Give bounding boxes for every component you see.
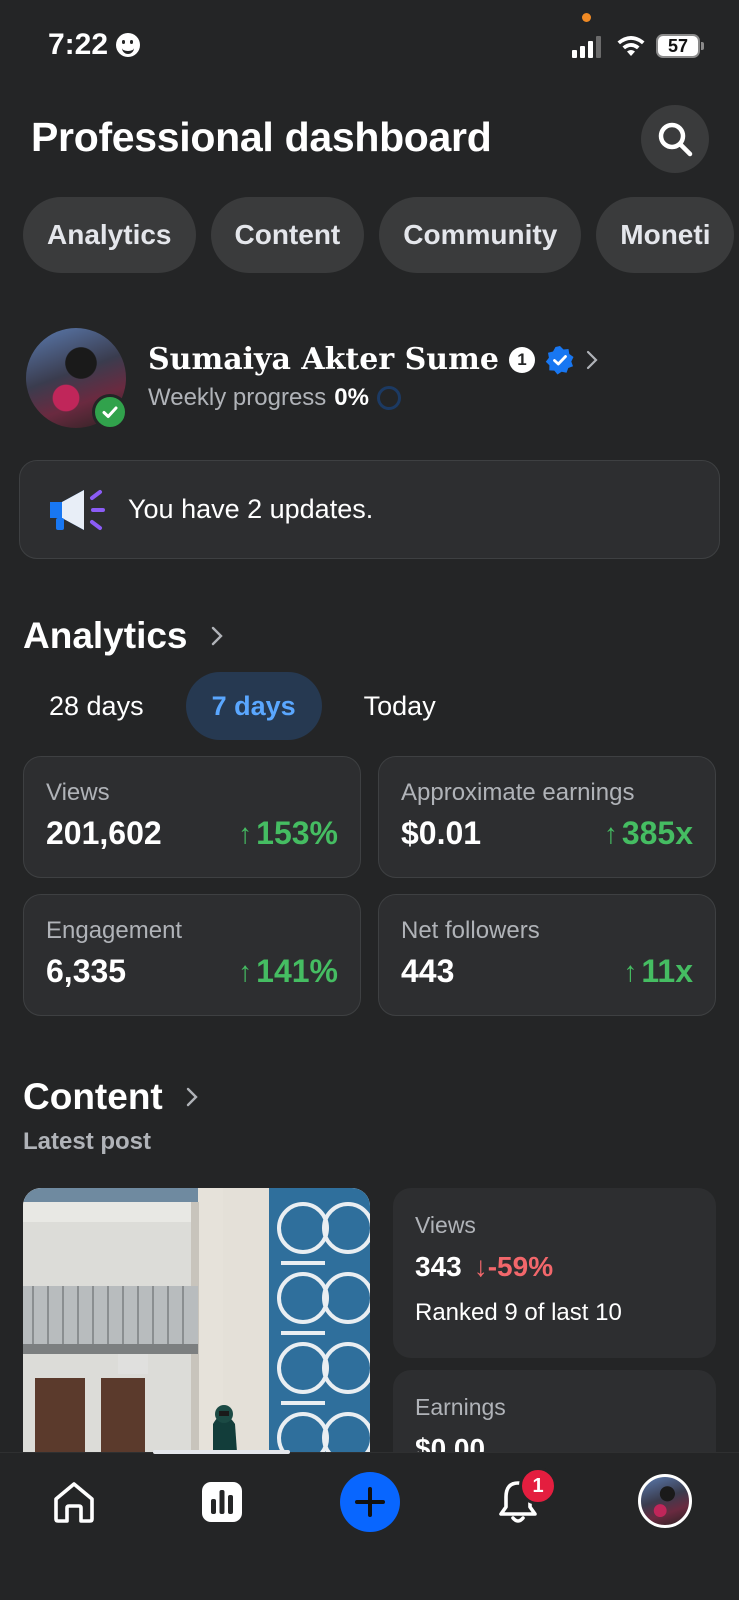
updates-text: You have 2 updates. [128, 494, 374, 524]
chip-community[interactable]: Community [379, 197, 582, 273]
earnings-card[interactable]: Approximate earnings $0.01 ↑ 385x [378, 756, 716, 878]
engagement-card[interactable]: Engagement 6,335 ↑ 141% [23, 894, 361, 1016]
section-chips: Analytics Content Community Moneti [23, 197, 735, 273]
card-label: Views [46, 779, 110, 806]
tab-professional-dashboard[interactable] [192, 1472, 252, 1532]
card-delta-value: 153% [256, 815, 338, 851]
post-views-card[interactable]: Views 343 ↓-59% Ranked 9 of last 10 [393, 1188, 716, 1358]
latest-post-label: Latest post [23, 1128, 152, 1155]
post-rank: Ranked 9 of last 10 [415, 1299, 622, 1326]
battery-icon: 57 [656, 34, 704, 58]
chevron-right-icon [186, 1087, 198, 1107]
post-views-value: 343 [415, 1251, 462, 1282]
updates-banner[interactable]: You have 2 updates. [19, 460, 720, 559]
period-selector: 28 days 7 days Today [23, 672, 478, 740]
arrow-up-icon: ↑ [623, 955, 638, 987]
card-value: $0.01 [401, 815, 482, 851]
post-earnings-label: Earnings [415, 1394, 506, 1420]
profile-number-badge: 1 [508, 346, 535, 373]
tab-home[interactable] [44, 1472, 104, 1532]
post-views-delta: ↓-59% [474, 1251, 553, 1283]
card-label: Net followers [401, 917, 540, 944]
card-value: 6,335 [46, 953, 127, 989]
chip-analytics[interactable]: Analytics [23, 197, 196, 273]
card-delta-value: 385x [621, 815, 693, 851]
progress-ring-icon [376, 386, 401, 410]
wifi-icon [617, 36, 645, 56]
card-delta: ↑ 141% [238, 953, 338, 990]
post-earnings-value: $0.00 [415, 1433, 486, 1452]
card-delta-value: 141% [256, 953, 338, 989]
page-title: Professional dashboard [31, 114, 492, 160]
arrow-down-icon: ↓ [473, 1251, 488, 1282]
home-icon [54, 1482, 94, 1523]
weekly-progress: Weekly progress 0% [148, 384, 401, 412]
post-views-delta-value: -59% [487, 1251, 554, 1282]
card-delta: ↑ 385x [604, 815, 693, 852]
card-label: Approximate earnings [401, 779, 635, 806]
battery-level: 57 [667, 35, 689, 56]
latest-post-thumbnail[interactable] [23, 1188, 370, 1452]
smile-face-icon [116, 33, 141, 57]
arrow-up-icon: ↑ [238, 955, 253, 987]
search-icon [658, 122, 693, 157]
chip-content[interactable]: Content [210, 197, 365, 273]
card-delta: ↑ 11x [623, 953, 693, 990]
tab-profile-avatar[interactable] [638, 1474, 692, 1528]
plus-icon [355, 1487, 385, 1517]
cellular-signal-icon [572, 36, 601, 58]
chevron-right-icon [211, 626, 223, 646]
profile-name-row[interactable]: Sumaiya Akter Sume 1 [148, 342, 599, 377]
status-bar: 7:22 57 [0, 0, 739, 90]
active-tab-indicator [153, 1450, 290, 1454]
analytics-heading[interactable]: Analytics [23, 615, 224, 657]
analytics-heading-label: Analytics [23, 615, 188, 656]
arrow-up-icon: ↑ [238, 817, 253, 849]
card-label: Engagement [46, 917, 183, 944]
profile-name: Sumaiya Akter Sume [148, 342, 499, 377]
check-badge-icon [92, 394, 128, 430]
card-value: 201,602 [46, 815, 162, 851]
megaphone-icon [50, 489, 105, 530]
period-28-days[interactable]: 28 days [23, 672, 170, 740]
verified-icon [545, 345, 574, 374]
net-followers-card[interactable]: Net followers 443 ↑ 11x [378, 894, 716, 1016]
status-time-group: 7:22 [48, 28, 141, 62]
card-delta-value: 11x [641, 953, 693, 989]
status-time: 7:22 [48, 28, 109, 61]
card-delta: ↑ 153% [238, 815, 338, 852]
period-today[interactable]: Today [338, 672, 462, 740]
content-heading[interactable]: Content [23, 1076, 199, 1118]
search-button[interactable] [641, 105, 709, 173]
bar-chart-icon [202, 1482, 242, 1522]
arrow-up-icon: ↑ [603, 817, 618, 849]
weekly-progress-label: Weekly progress [148, 384, 327, 411]
post-earnings-card[interactable]: Earnings $0.00 [393, 1370, 716, 1452]
views-card[interactable]: Views 201,602 ↑ 153% [23, 756, 361, 878]
card-value: 443 [401, 953, 455, 989]
create-button[interactable] [340, 1472, 400, 1532]
profile-row[interactable]: Sumaiya Akter Sume 1 Weekly progress 0% [26, 328, 726, 430]
weekly-progress-value: 0% [334, 384, 369, 411]
privacy-indicator-dot [582, 13, 591, 22]
notification-count-badge: 1 [519, 1467, 557, 1505]
period-7-days[interactable]: 7 days [185, 672, 322, 740]
post-image [23, 1188, 370, 1452]
content-heading-label: Content [23, 1076, 163, 1117]
chip-monetization[interactable]: Moneti [596, 197, 735, 273]
post-views-label: Views [415, 1212, 476, 1238]
chevron-right-icon [586, 350, 598, 369]
